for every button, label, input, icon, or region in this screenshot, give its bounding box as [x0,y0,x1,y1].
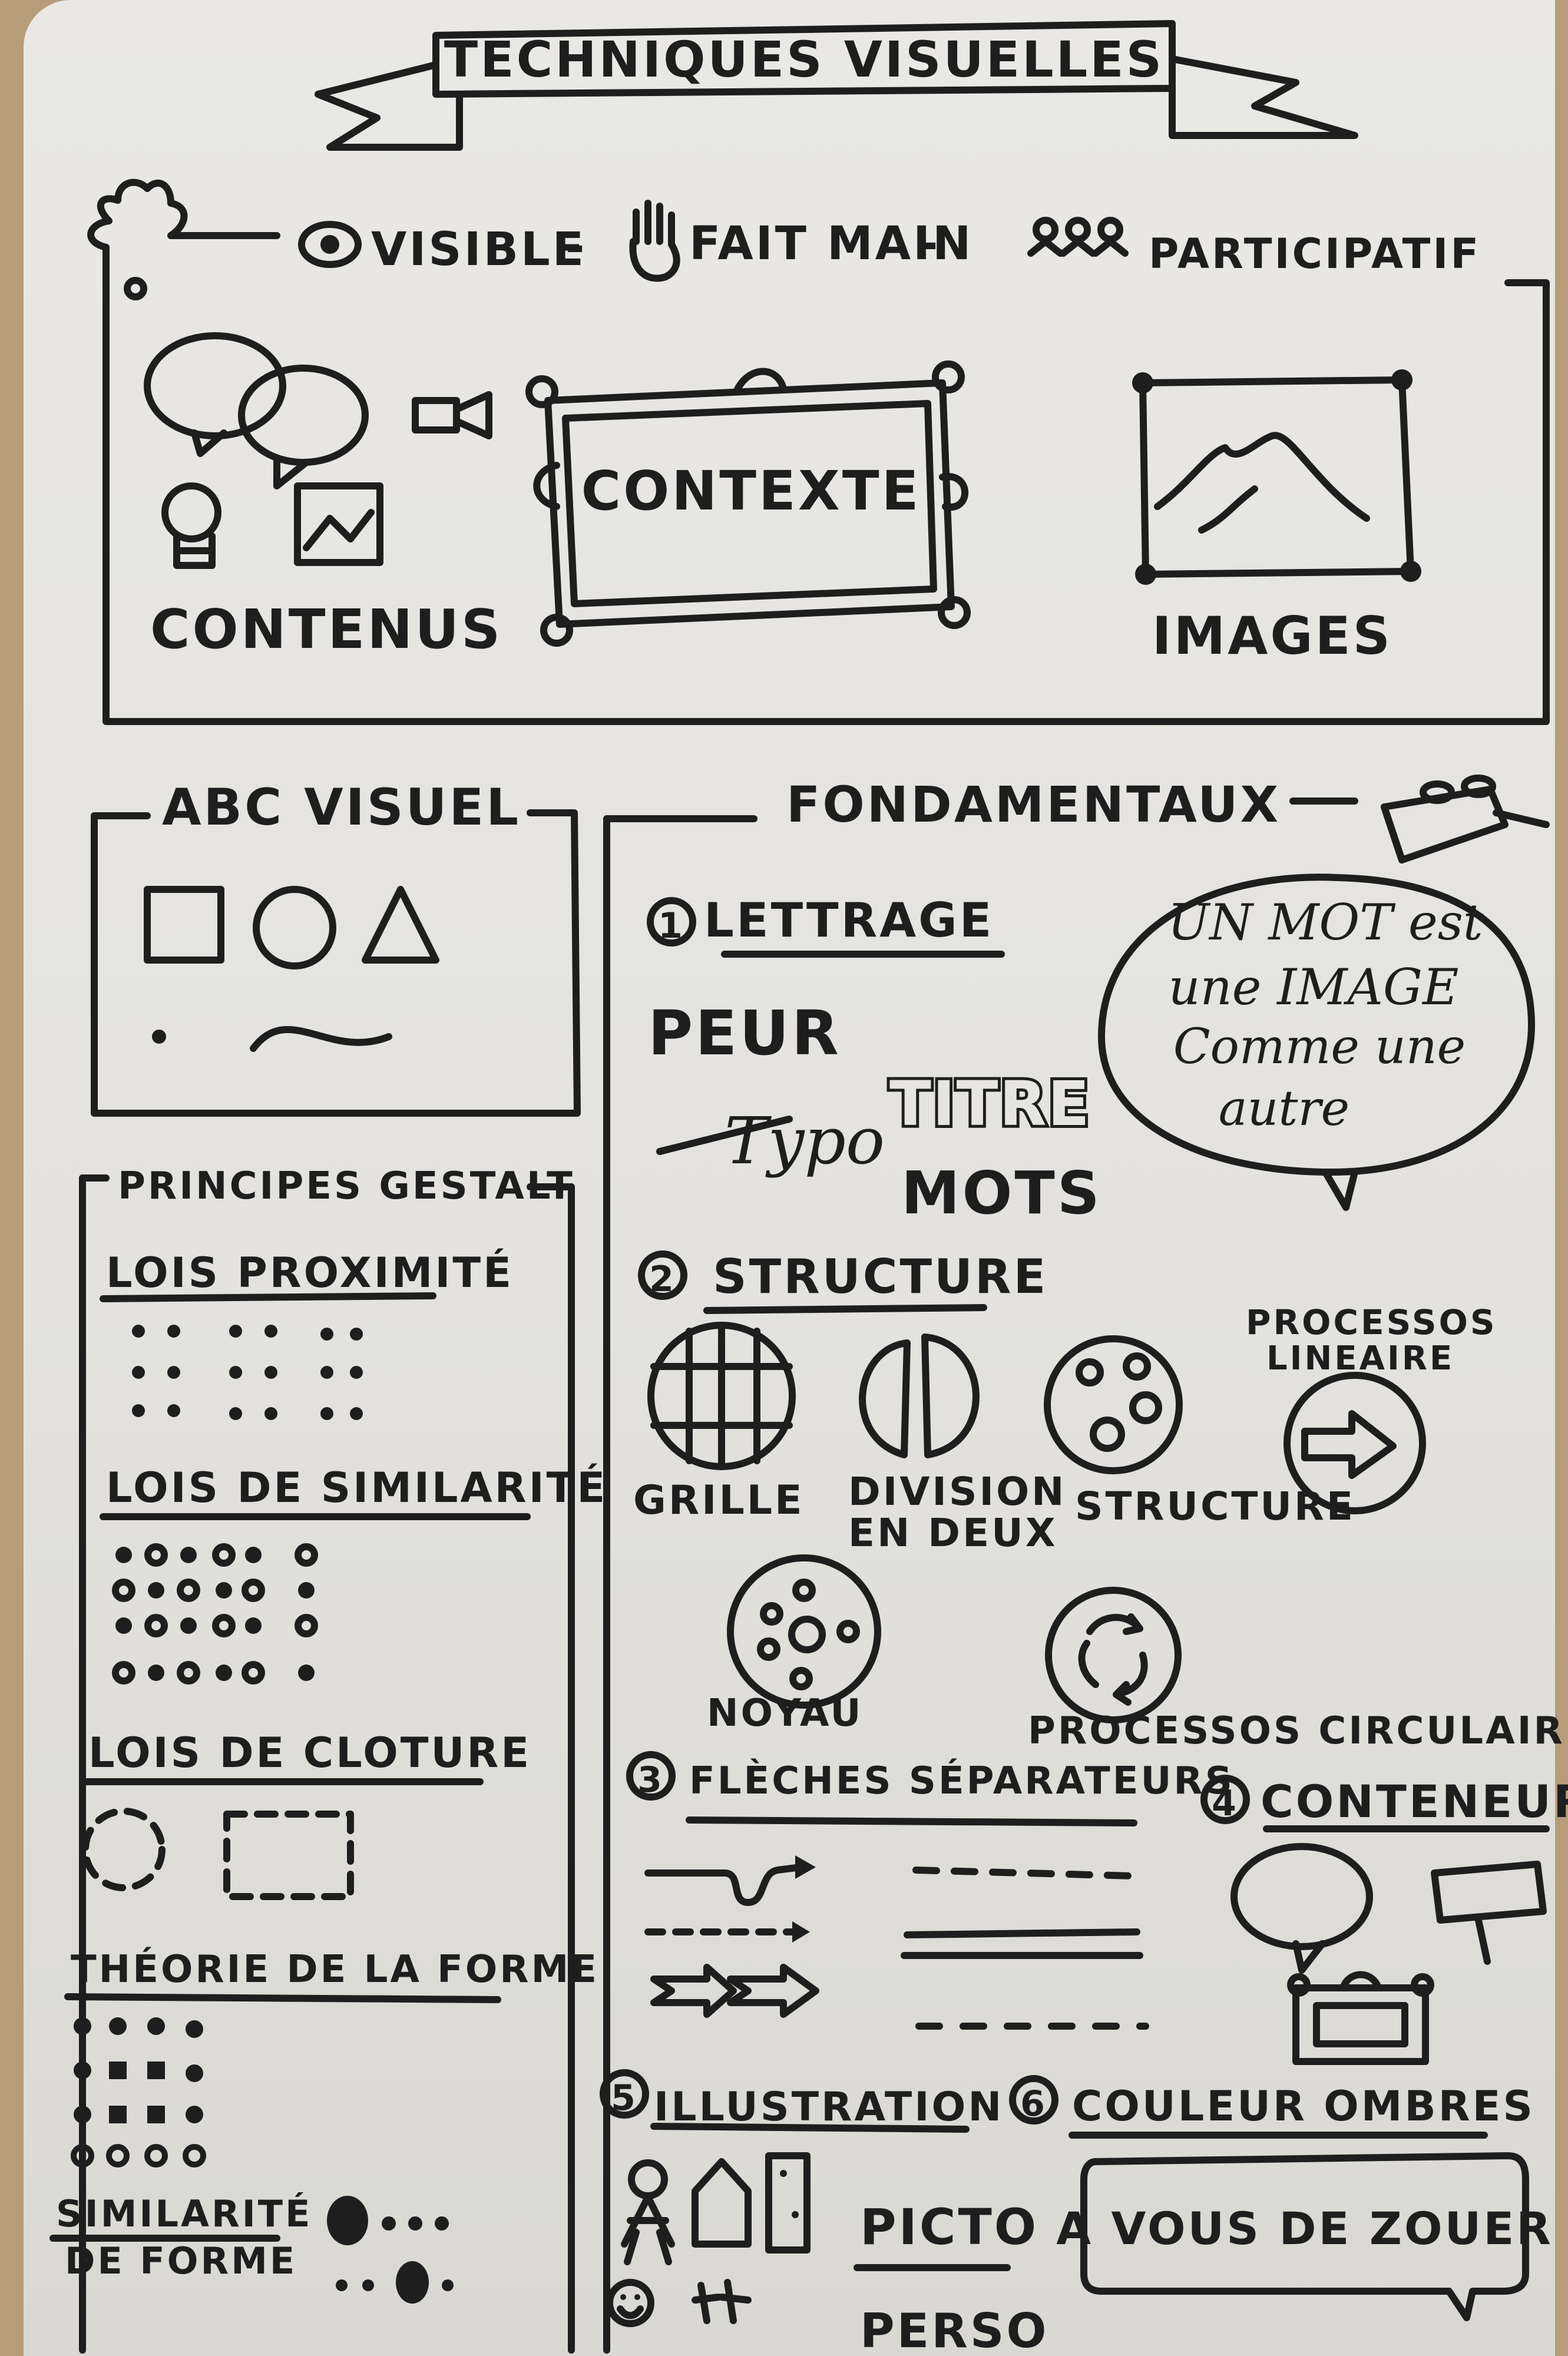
stick-figures-icon [692,2279,752,2324]
gestalt-box: PRINCIPES GESTALT LOIS PROXIMITÉ LOIS DE… [49,1164,607,2354]
dashed-circle [82,1808,166,1891]
hand-icon [629,200,680,282]
section-6-number: 6 [1020,2083,1047,2125]
similarite-forme-line2: DE FORME [65,2239,297,2282]
images-label: IMAGES [1152,605,1392,666]
similarity-dots [112,1543,318,1685]
triangle-shape [362,886,439,964]
banner-title: TECHNIQUES VISUELLES [444,31,1164,88]
a-vous-de-zouer-label: A VOUS DE ZOUER [1056,2202,1553,2255]
section-2-number: 2 [649,1259,676,1300]
gestalt-title: PRINCIPES GESTALT [118,1164,575,1208]
form-dots [71,2017,206,2168]
lineaire-label: LINEAIRE [1266,1339,1454,1378]
titre-word: TITRE [889,1068,1091,1140]
speech-bubbles-icon [144,332,369,489]
abc-title: ABC VISUEL [162,778,521,837]
smiley-icon [606,2279,654,2327]
arrows-examples [644,1855,819,2018]
fleches-title: FLÈCHES SÉPARATEURS [689,1758,1235,1803]
cloture-label: LOIS DE CLOTURE [88,1729,531,1777]
abc-visuel-box: ABC VISUEL [91,778,581,1117]
lightbulb-icon [161,482,221,569]
eye-icon [298,221,362,268]
dashed-rectangle [223,1811,354,1900]
cta-speech-box: A VOUS DE ZOUER [1056,2152,1553,2321]
proximite-label: LOIS PROXIMITÉ [106,1249,514,1297]
noyau-icon [727,1554,881,1709]
house-icon [692,2158,752,2248]
separator-2: - [919,217,940,270]
section-1-number: 1 [658,905,685,947]
title-banner: TECHNIQUES VISUELLES [315,20,1358,151]
processos-circulaire-label: PROCESSOS CIRCULAIR [1028,1709,1565,1753]
bubble-line-1: UN MOT est [1167,894,1483,951]
fondamentaux-box: FONDAMENTAUX UN MOT est une IMAGE Comme … [600,775,1568,2356]
noyau-label: NOYAU [707,1692,863,1735]
bubble-line-4: autre [1219,1081,1349,1137]
circle-shape [253,886,336,969]
marker-pen-icon [1381,775,1509,863]
square-shape [144,886,224,964]
structure-title: STRUCTURE [713,1249,1048,1304]
contenus-label: CONTENUS [150,598,502,661]
theorie-label: THÉORIE DE LA FORME [71,1947,599,1991]
picto-label: PICTO [860,2198,1038,2256]
word-image-bubble: UN MOT est une IMAGE Comme une autre [1098,873,1535,1211]
visible-label: VISIBLE [371,223,586,276]
contexte-label: CONTEXTE [581,459,921,522]
similarite-label: LOIS DE SIMILARITÉ [106,1464,607,1512]
section-5-number: 5 [611,2077,638,2119]
section-4-number: 4 [1212,1783,1239,1824]
section-3-number: 3 [637,1759,664,1801]
lettrage-title: LETTRAGE [704,893,994,948]
door-icon [765,2152,811,2254]
video-camera-icon [412,391,492,439]
structure-circle-icon [1044,1335,1183,1474]
person-icon [621,2159,675,2265]
couleur-ombres-title: COULEUR OMBRES [1072,2082,1535,2130]
dot-shape [152,1030,166,1044]
sketchnote: TECHNIQUES VISUELLES VISIBLE - FAIT MAIN… [49,20,1568,2356]
bubble-line-3: Comme une [1173,1019,1466,1075]
fondamentaux-title: FONDAMENTAUX [786,776,1281,833]
image-frame-icon [1132,369,1421,585]
containers-examples [1230,1843,1547,2065]
wave-shape [250,1025,392,1052]
perso-label: PERSO [860,2304,1049,2356]
circular-process-icon [1045,1587,1182,1723]
typo-word: Typo [725,1103,885,1179]
peur-word: PEUR [648,997,841,1069]
grille-label: GRILLE [633,1477,805,1524]
participatif-label: PARTICIPATIF [1149,230,1481,278]
conteneurs-title: CONTENEURS [1261,1775,1568,1828]
people-icon [1027,217,1129,257]
picture-icon [294,482,383,566]
similarite-forme-line1: SIMILARITÉ [56,2192,312,2235]
division-label: DIVISION [848,1469,1066,1514]
separator-1: - [565,220,587,273]
separators-examples [901,1867,1149,2030]
bubble-line-2: une IMAGE [1169,958,1459,1016]
grid-icon [647,1322,796,1470]
mots-word: MOTS [901,1159,1102,1227]
structure-label: STRUCTURE [1075,1484,1355,1529]
shape-dots [327,2196,454,2304]
en-deux-label: EN DEUX [848,1510,1058,1556]
top-frame: VISIBLE - FAIT MAIN - PARTICIPATIF CONTE… [87,178,1550,725]
division-icon [859,1333,980,1458]
processos-label: PROCESSOS [1246,1302,1497,1342]
proximity-dots [132,1325,363,1420]
